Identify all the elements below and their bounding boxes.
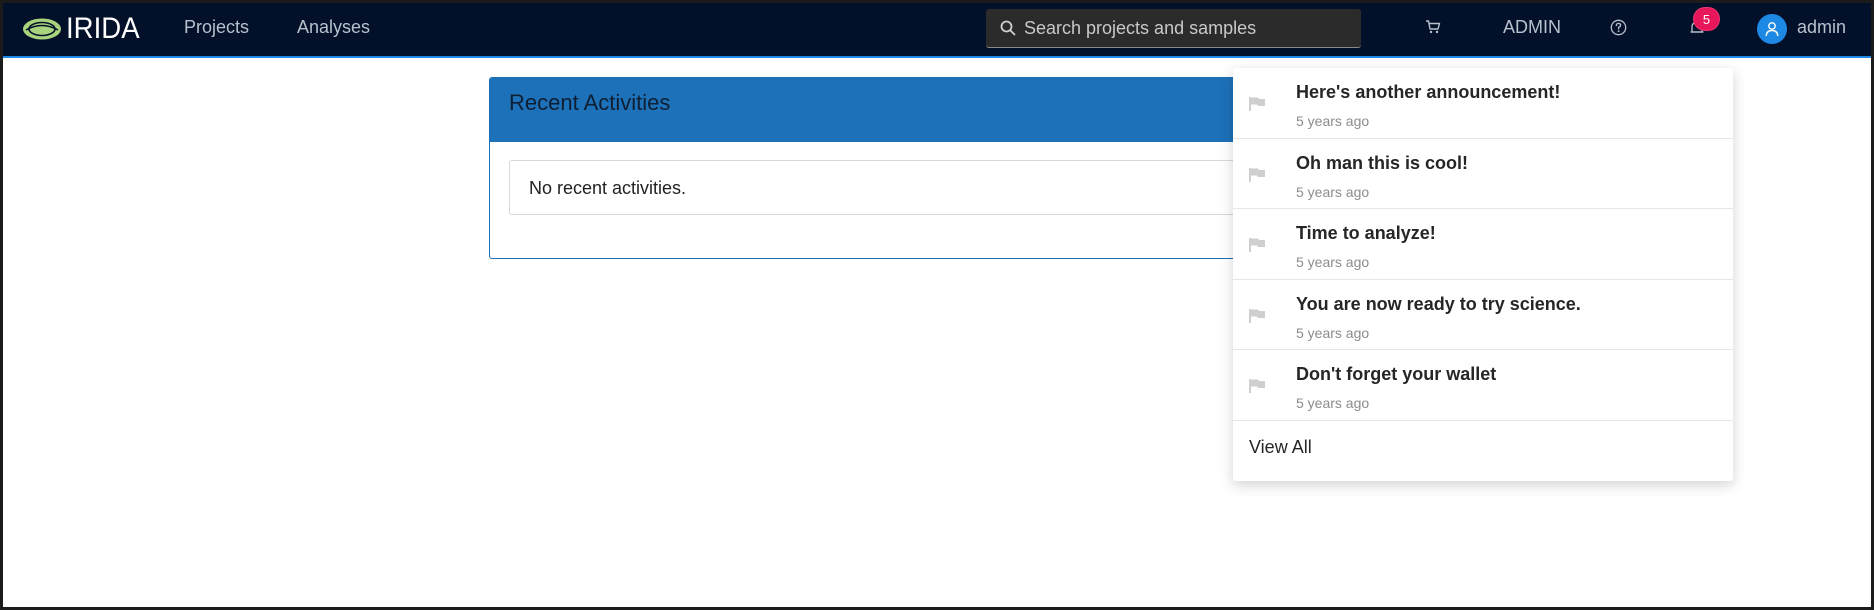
empty-message: No recent activities. <box>529 178 687 198</box>
notification-title: Time to analyze! <box>1296 223 1436 243</box>
notification-time: 5 years ago <box>1296 395 1370 411</box>
user-menu-label[interactable]: admin <box>1797 17 1846 38</box>
notification-time: 5 years ago <box>1296 254 1370 270</box>
flag-icon <box>1248 308 1266 329</box>
notification-item[interactable]: Time to analyze! 5 years ago <box>1233 209 1733 280</box>
notification-time: 5 years ago <box>1296 113 1370 129</box>
notification-item[interactable]: You are now ready to try science. 5 year… <box>1233 280 1733 350</box>
irida-logo[interactable]: IRIDA <box>22 12 146 46</box>
notification-item[interactable]: Here's another announcement! 5 years ago <box>1233 68 1733 139</box>
notifications-dropdown: Here's another announcement! 5 years ago… <box>1233 68 1733 481</box>
top-navbar: IRIDA Projects Analyses ADMIN 5 <box>0 0 1874 58</box>
flag-icon <box>1248 237 1266 258</box>
notification-count-badge: 5 <box>1693 7 1720 31</box>
nav-link-analyses[interactable]: Analyses <box>297 17 370 38</box>
card-body: No recent activities. <box>490 142 1288 233</box>
cart-icon[interactable] <box>1425 19 1441 40</box>
card-header: Recent Activities <box>490 78 1288 142</box>
view-all-notifications-link[interactable]: View All <box>1249 437 1312 458</box>
user-icon <box>1765 22 1779 37</box>
notification-title: You are now ready to try science. <box>1296 293 1581 314</box>
nav-link-projects[interactable]: Projects <box>184 17 249 38</box>
card-title: Recent Activities <box>509 90 671 115</box>
irida-logo-icon <box>23 18 61 40</box>
notification-title: Oh man this is cool! <box>1296 152 1469 173</box>
flag-icon <box>1248 167 1266 188</box>
notification-title: Here's another announcement! <box>1296 82 1561 102</box>
notification-title: Don't forget your wallet <box>1296 364 1497 384</box>
recent-activities-card: Recent Activities No recent activities. <box>489 77 1289 259</box>
search-icon <box>1000 20 1016 36</box>
flag-icon <box>1248 378 1266 399</box>
notification-item[interactable]: Don't forget your wallet 5 years ago <box>1233 350 1733 421</box>
global-search[interactable] <box>986 9 1361 48</box>
question-circle-icon[interactable] <box>1610 19 1627 41</box>
avatar[interactable] <box>1757 14 1787 44</box>
admin-link[interactable]: ADMIN <box>1503 17 1561 38</box>
flag-icon <box>1248 96 1266 117</box>
notification-item[interactable]: Oh man this is cool! 5 years ago <box>1233 139 1733 209</box>
notification-time: 5 years ago <box>1296 183 1370 200</box>
empty-state: No recent activities. <box>509 160 1269 215</box>
search-input[interactable] <box>1024 17 1354 39</box>
logo-text: IRIDA <box>66 12 140 45</box>
notification-time: 5 years ago <box>1296 324 1370 341</box>
